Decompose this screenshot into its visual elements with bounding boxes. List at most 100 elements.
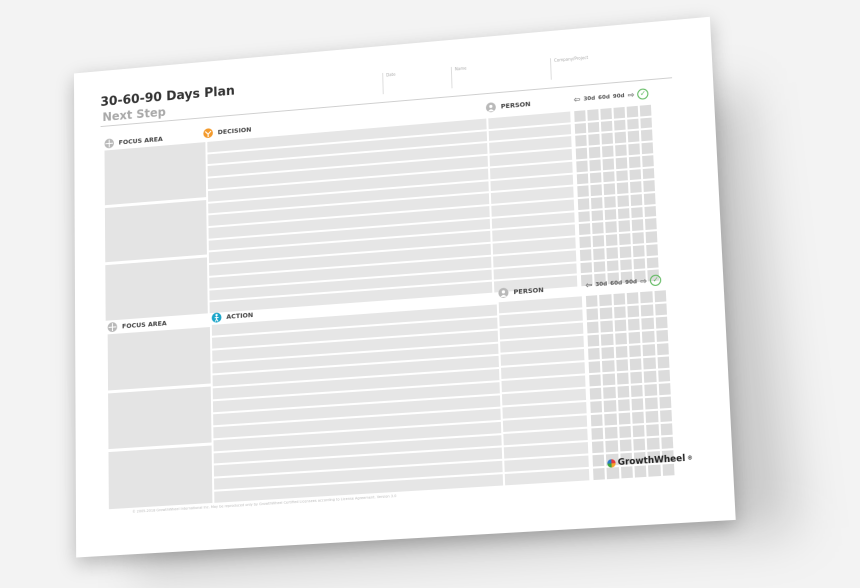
timeline-cell[interactable] bbox=[603, 183, 616, 196]
focus-area-box[interactable] bbox=[104, 142, 207, 205]
timeline-cell[interactable] bbox=[614, 119, 626, 131]
timeline-cell[interactable] bbox=[627, 130, 640, 143]
timeline-cell[interactable] bbox=[640, 129, 653, 142]
timeline-cell[interactable] bbox=[579, 236, 592, 248]
timeline-cell[interactable] bbox=[577, 185, 589, 198]
timeline-cell[interactable] bbox=[588, 146, 601, 159]
timeline-cell[interactable] bbox=[640, 117, 653, 129]
timeline-cell[interactable] bbox=[593, 248, 605, 260]
timeline-cell[interactable] bbox=[600, 320, 613, 333]
timeline-cell[interactable] bbox=[647, 437, 660, 450]
timeline-cell[interactable] bbox=[590, 184, 603, 197]
timeline-cell[interactable] bbox=[658, 383, 671, 396]
timeline-cell[interactable] bbox=[659, 409, 672, 422]
timeline-cell[interactable] bbox=[642, 330, 655, 343]
timeline-cell[interactable] bbox=[588, 134, 600, 146]
timeline-cell[interactable] bbox=[580, 261, 593, 274]
timeline-cell[interactable] bbox=[613, 306, 626, 319]
timeline-cell[interactable] bbox=[619, 246, 632, 258]
timeline-cell[interactable] bbox=[601, 145, 614, 158]
timeline-cell[interactable] bbox=[577, 198, 590, 210]
timeline-cell[interactable] bbox=[589, 159, 601, 171]
timeline-cell[interactable] bbox=[660, 423, 673, 436]
timeline-cell[interactable] bbox=[634, 465, 647, 478]
timeline-cell[interactable] bbox=[617, 399, 630, 412]
timeline-cell[interactable] bbox=[599, 294, 612, 307]
timeline-cell[interactable] bbox=[600, 120, 613, 133]
timeline-cell[interactable] bbox=[605, 440, 618, 453]
timeline-cell[interactable] bbox=[618, 412, 631, 425]
timeline-cell[interactable] bbox=[628, 156, 641, 168]
timeline-cell[interactable] bbox=[645, 218, 657, 231]
timeline-cell[interactable] bbox=[579, 249, 592, 261]
timeline-cell[interactable] bbox=[626, 292, 639, 305]
focus-area-box[interactable] bbox=[105, 257, 208, 321]
timeline-cell[interactable] bbox=[602, 360, 615, 373]
timeline-cell[interactable] bbox=[633, 257, 646, 270]
timeline-cell[interactable] bbox=[641, 142, 654, 154]
focus-area-box[interactable] bbox=[104, 199, 207, 263]
timeline-cell[interactable] bbox=[615, 359, 629, 372]
timeline-cell[interactable] bbox=[586, 308, 599, 321]
timeline-cell[interactable] bbox=[630, 181, 642, 194]
timeline-cell[interactable] bbox=[648, 464, 661, 477]
timeline-cell[interactable] bbox=[620, 466, 633, 479]
timeline-cell[interactable] bbox=[603, 400, 617, 413]
timeline-cell[interactable] bbox=[602, 373, 615, 386]
timeline-cell[interactable] bbox=[631, 219, 644, 232]
timeline-cell[interactable] bbox=[644, 205, 657, 218]
timeline-cell[interactable] bbox=[593, 260, 606, 273]
timeline-cell[interactable] bbox=[590, 400, 603, 414]
timeline-cell[interactable] bbox=[655, 316, 668, 329]
timeline-cell[interactable] bbox=[657, 356, 670, 369]
timeline-cell[interactable] bbox=[642, 167, 655, 180]
timeline-cell[interactable] bbox=[588, 347, 601, 360]
timeline-cell[interactable] bbox=[654, 303, 667, 316]
timeline-cell[interactable] bbox=[614, 332, 627, 345]
timeline-cell[interactable] bbox=[642, 344, 656, 357]
timeline-cell[interactable] bbox=[629, 345, 642, 358]
timeline-cell[interactable] bbox=[618, 220, 631, 233]
timeline-cell[interactable] bbox=[578, 223, 591, 236]
timeline-cell[interactable] bbox=[646, 424, 659, 437]
timeline-cell[interactable] bbox=[632, 425, 645, 438]
focus-area-box[interactable] bbox=[108, 386, 212, 450]
timeline-cell[interactable] bbox=[576, 172, 589, 185]
timeline-cell[interactable] bbox=[601, 333, 614, 346]
timeline-cell[interactable] bbox=[646, 244, 658, 256]
focus-area-box[interactable] bbox=[107, 327, 211, 391]
timeline-cell[interactable] bbox=[591, 209, 604, 222]
timeline-cell[interactable] bbox=[585, 295, 598, 308]
timeline-cell[interactable] bbox=[586, 321, 600, 334]
timeline-cell[interactable] bbox=[639, 104, 652, 117]
timeline-cell[interactable] bbox=[627, 305, 640, 318]
timeline-cell[interactable] bbox=[629, 168, 642, 181]
timeline-cell[interactable] bbox=[660, 436, 674, 449]
timeline-cell[interactable] bbox=[628, 331, 641, 344]
timeline-cell[interactable] bbox=[646, 256, 659, 269]
timeline-cell[interactable] bbox=[629, 358, 642, 371]
timeline-cell[interactable] bbox=[587, 109, 599, 121]
timeline-cell[interactable] bbox=[617, 195, 630, 207]
timeline-cell[interactable] bbox=[643, 193, 656, 205]
timeline-cell[interactable] bbox=[642, 155, 654, 167]
timeline-cell[interactable] bbox=[602, 158, 615, 170]
timeline-cell[interactable] bbox=[616, 372, 629, 385]
timeline-cell[interactable] bbox=[627, 118, 639, 130]
timeline-cell[interactable] bbox=[592, 235, 605, 247]
timeline-cell[interactable] bbox=[576, 160, 588, 172]
timeline-cell[interactable] bbox=[604, 413, 617, 426]
timeline-cell[interactable] bbox=[592, 454, 605, 467]
timeline-cell[interactable] bbox=[601, 133, 614, 145]
timeline-cell[interactable] bbox=[604, 196, 616, 208]
timeline-cell[interactable] bbox=[631, 206, 643, 219]
timeline-cell[interactable] bbox=[627, 318, 641, 331]
timeline-cell[interactable] bbox=[662, 463, 675, 476]
timeline-cell[interactable] bbox=[605, 234, 618, 246]
timeline-cell[interactable] bbox=[616, 182, 629, 195]
timeline-cell[interactable] bbox=[631, 398, 644, 411]
timeline-cell[interactable] bbox=[590, 414, 603, 427]
timeline-cell[interactable] bbox=[600, 307, 613, 320]
timeline-cell[interactable] bbox=[641, 317, 654, 330]
timeline-cell[interactable] bbox=[628, 143, 640, 156]
